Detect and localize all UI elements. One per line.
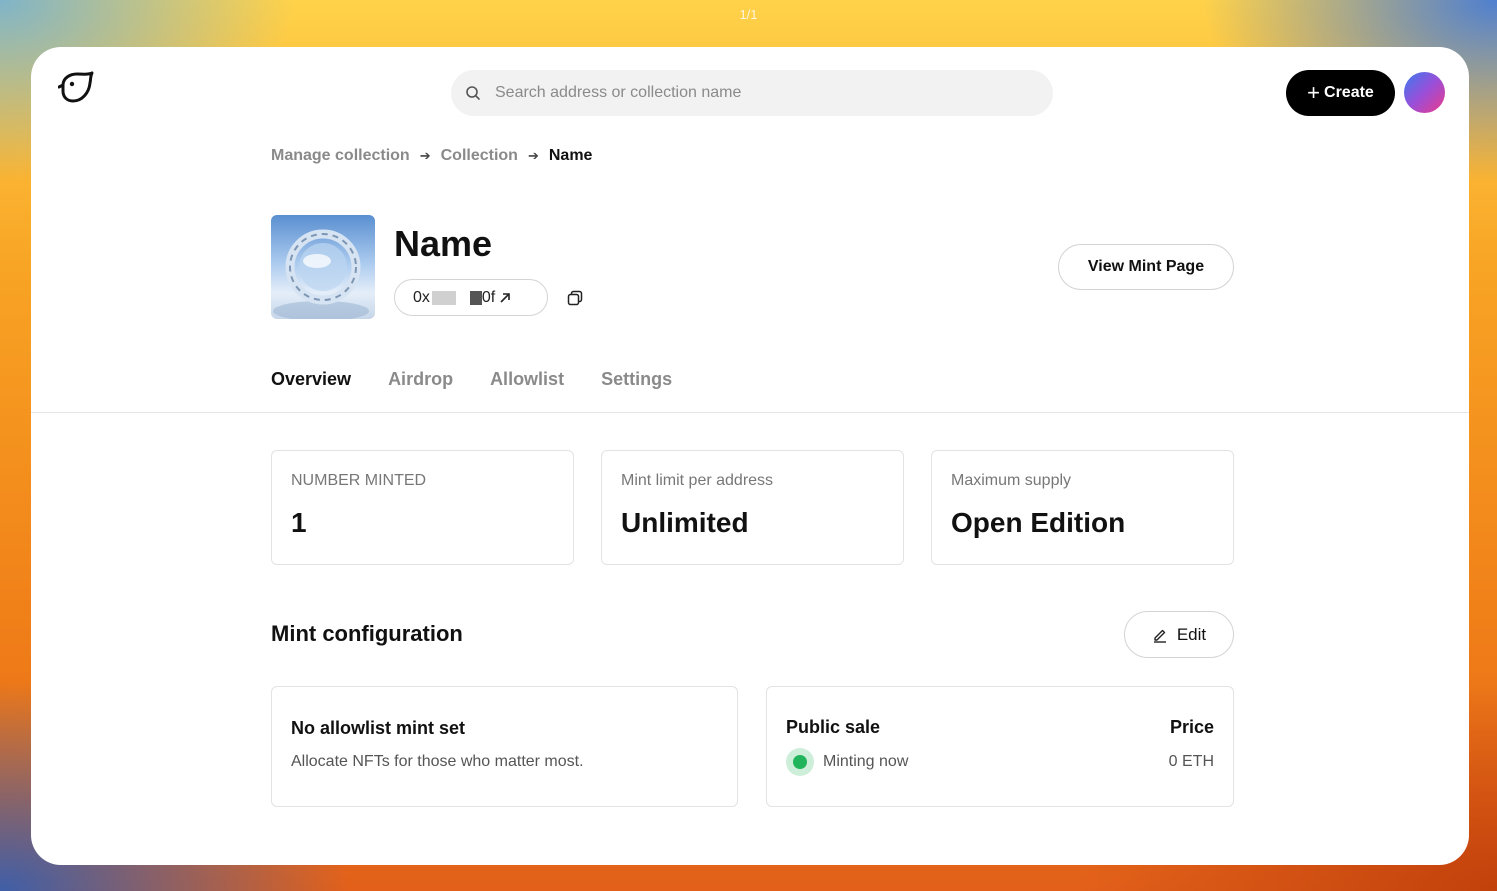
breadcrumb: Manage collection ➔ Collection ➔ Name (271, 147, 592, 165)
view-mint-page-button[interactable]: View Mint Page (1058, 244, 1234, 290)
edit-button-label: Edit (1176, 624, 1207, 644)
breadcrumb-collection[interactable]: Collection (441, 147, 518, 165)
app-window: + Create Manage collection ➔ Collection … (31, 47, 1469, 865)
stat-value: 1 (291, 507, 307, 538)
plus-icon: + (1307, 80, 1321, 105)
stat-card-max-supply: Maximum supply Open Edition (931, 450, 1234, 565)
address-prefix: 0x (413, 288, 430, 306)
tab-settings[interactable]: Settings (601, 369, 672, 390)
allowlist-config-card[interactable]: No allowlist mint set Allocate NFTs for … (271, 686, 738, 807)
address-redaction (431, 290, 456, 305)
copy-icon[interactable] (567, 290, 583, 306)
contract-address-link[interactable]: 0x 0f (394, 279, 548, 316)
allowlist-card-description: Allocate NFTs for those who matter most. (291, 753, 584, 770)
allowlist-card-title: No allowlist mint set (291, 718, 466, 738)
create-button[interactable]: + Create (1286, 70, 1395, 116)
page-indicator: 1/1 (739, 7, 758, 22)
collection-tabs: Overview Airdrop Allowlist Settings (271, 369, 709, 390)
stat-value: Open Edition (951, 507, 1126, 538)
status-indicator (786, 748, 814, 776)
stat-card-mint-limit: Mint limit per address Unlimited (601, 450, 904, 565)
sale-price: 0 ETH (1168, 753, 1214, 770)
public-sale-config-card[interactable]: Public sale Price Minting now 0 ETH (766, 686, 1234, 807)
avatar[interactable] (1404, 72, 1445, 113)
address-suffix: 0f (481, 288, 496, 306)
stat-label: NUMBER MINTED (291, 472, 427, 489)
address-redaction (469, 290, 482, 305)
search-icon (466, 86, 480, 100)
breadcrumb-current: Name (548, 147, 593, 164)
tab-airdrop[interactable]: Airdrop (388, 369, 453, 390)
collection-title: Name (394, 223, 493, 264)
bird-logo-icon[interactable] (57, 71, 96, 105)
tab-overview[interactable]: Overview (271, 369, 351, 390)
public-sale-title: Public sale (786, 717, 881, 737)
price-header: Price (1169, 717, 1214, 737)
tabs-divider (31, 412, 1469, 413)
search-input[interactable] (495, 84, 1015, 102)
edit-button[interactable]: Edit (1124, 611, 1234, 658)
collection-thumbnail (271, 215, 375, 319)
stat-label: Mint limit per address (621, 472, 774, 489)
pencil-icon (1153, 629, 1166, 643)
arrow-right-icon: ➔ (527, 148, 539, 163)
external-link-icon (500, 292, 511, 303)
tab-allowlist[interactable]: Allowlist (490, 369, 564, 390)
search-bar (451, 70, 1053, 116)
create-button-label: Create (1324, 84, 1374, 101)
stat-value: Unlimited (621, 507, 749, 538)
mint-configuration-title: Mint configuration (271, 621, 463, 646)
breadcrumb-manage-collection[interactable]: Manage collection (271, 147, 410, 165)
sale-status: Minting now (823, 753, 909, 770)
stat-label: Maximum supply (951, 472, 1072, 489)
arrow-right-icon: ➔ (419, 148, 431, 163)
status-dot-icon (793, 755, 807, 769)
stat-card-number-minted: NUMBER MINTED 1 (271, 450, 574, 565)
